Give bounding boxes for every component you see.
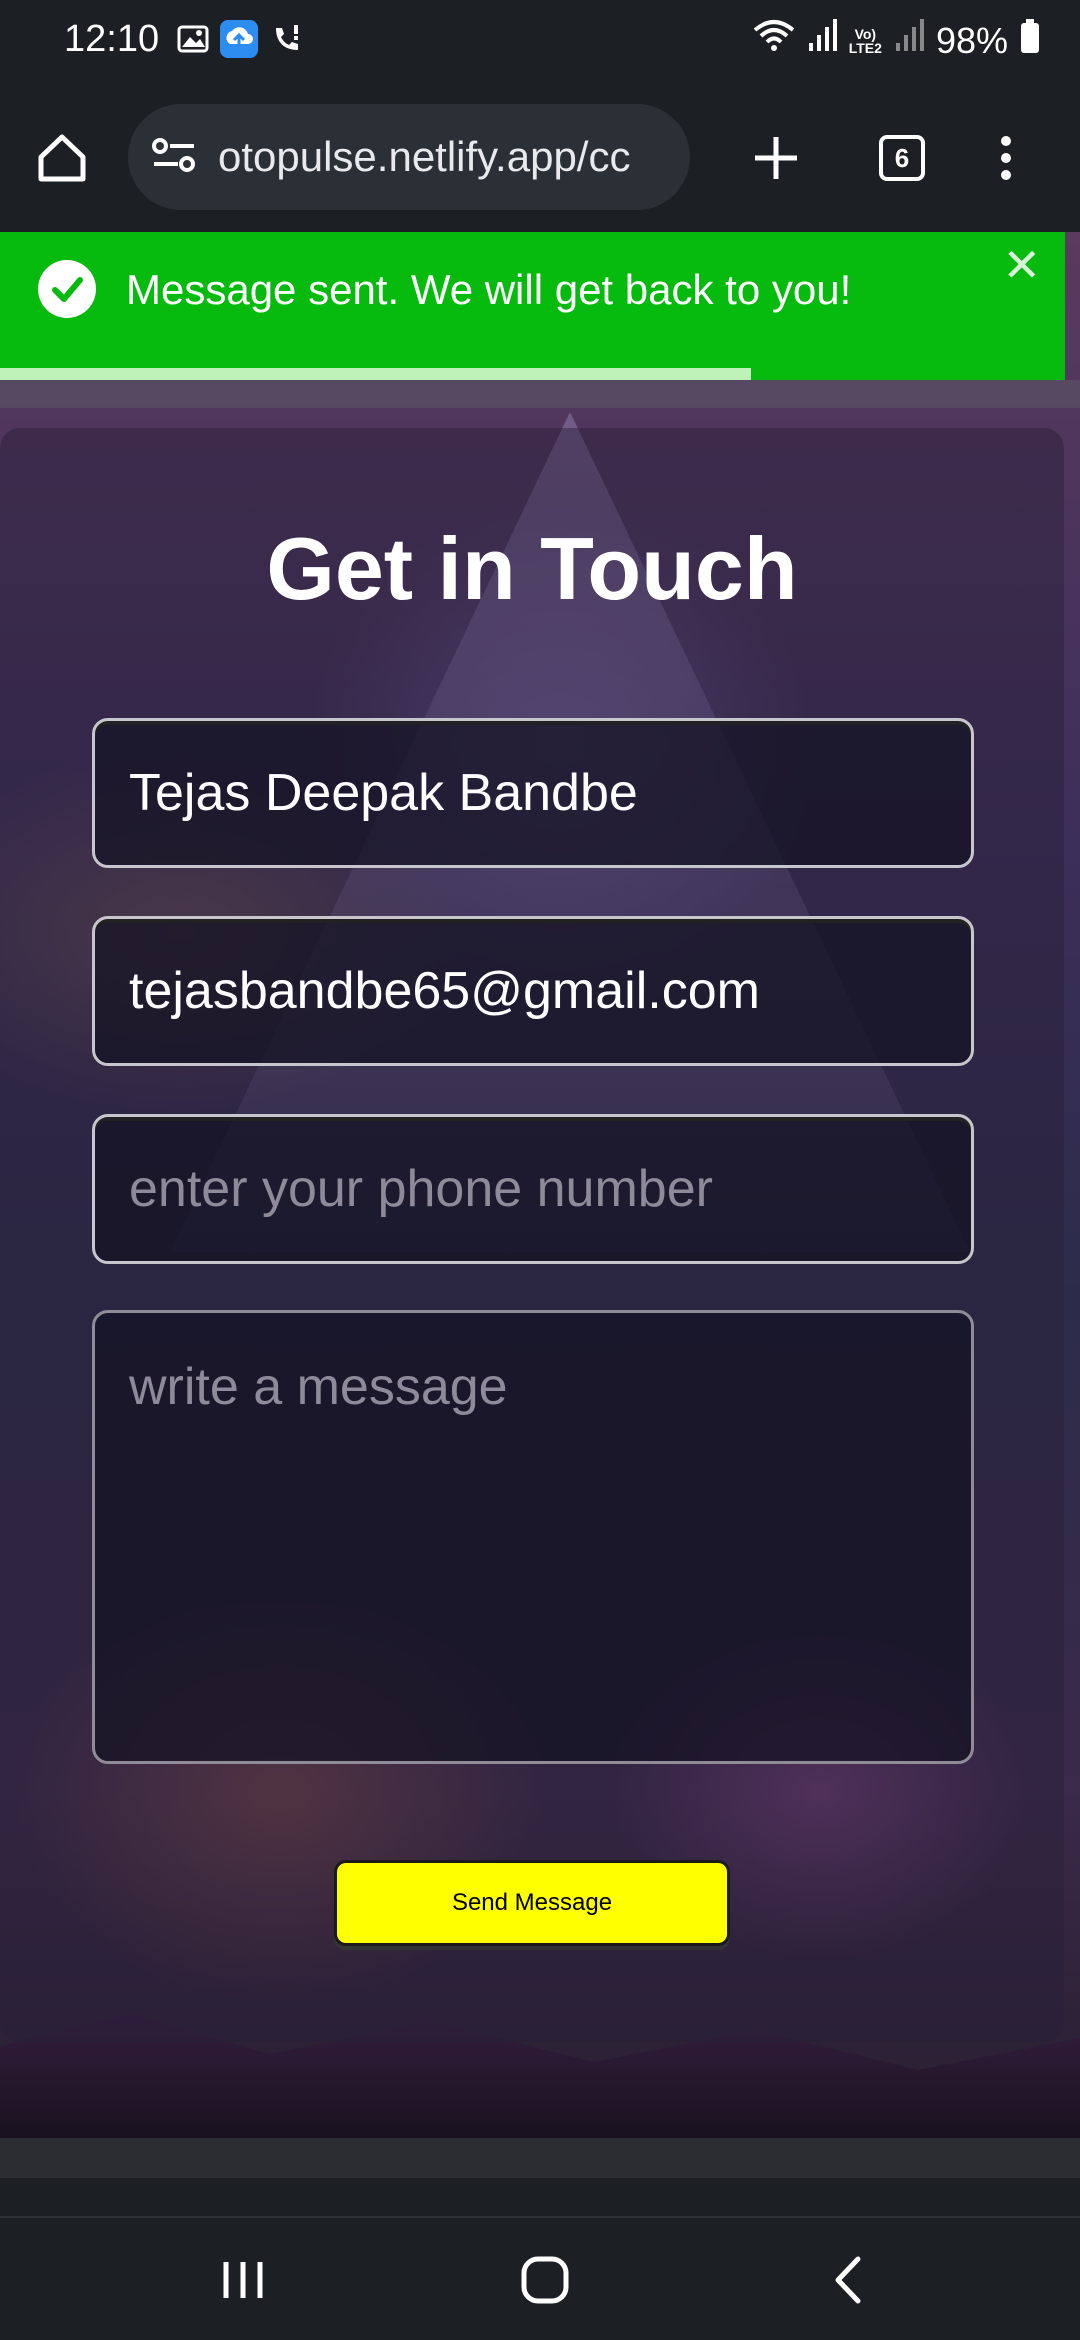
check-circle-icon [38, 260, 96, 318]
url-text: otopulse.netlify.app/cc [218, 133, 631, 180]
gallery-icon [176, 22, 210, 56]
page-title: Get in Touch [266, 519, 798, 618]
site-settings-icon[interactable] [152, 137, 196, 178]
new-tab-icon[interactable] [740, 122, 812, 194]
message-textarea[interactable]: write a message [92, 1310, 974, 1764]
status-right-group: Vo) LTE2 98% [753, 18, 1040, 63]
signal-icon [807, 19, 837, 62]
home-icon[interactable] [26, 122, 98, 194]
send-message-button[interactable]: Send Message [334, 1860, 730, 1946]
page-bottom-strip [0, 2138, 1080, 2178]
home-nav-icon[interactable] [510, 2250, 580, 2310]
toast-message: Message sent. We will get back to you! [126, 266, 852, 313]
battery-text: 98% [935, 19, 1008, 61]
contact-card: Get in Touch Tejas Deepak Bandbe tejasba… [0, 428, 1064, 2042]
more-menu-icon[interactable] [970, 122, 1042, 194]
recent-apps-icon[interactable] [208, 2250, 278, 2310]
toast-shadow [0, 380, 1080, 408]
battery-icon [1020, 19, 1040, 62]
wifi-icon [753, 18, 795, 63]
missed-call-icon [270, 22, 304, 56]
phone-field[interactable]: enter your phone number [92, 1114, 974, 1264]
name-field[interactable]: Tejas Deepak Bandbe [92, 718, 974, 868]
status-bar: 12:10 Vo) LTE2 98% [0, 0, 1080, 82]
network-type-label: Vo) LTE2 [849, 27, 882, 55]
success-toast: Message sent. We will get back to you! ✕ [0, 232, 1065, 380]
email-field[interactable]: tejasbandbe65@gmail.com [92, 916, 974, 1066]
address-bar[interactable]: otopulse.netlify.app/cc [128, 104, 690, 210]
network-label-bottom: LTE2 [848, 39, 882, 56]
cloud-upload-icon [220, 20, 258, 58]
browser-toolbar: otopulse.netlify.app/cc 6 [0, 82, 1080, 232]
signal-icon-2 [894, 19, 924, 62]
system-nav-bar [0, 2216, 1080, 2340]
close-icon[interactable]: ✕ [1002, 238, 1041, 292]
back-icon[interactable] [812, 2250, 882, 2310]
tab-switcher-icon[interactable]: 6 [866, 122, 938, 194]
toast-progress-bar [0, 368, 751, 380]
phone-screen: 12:10 Vo) LTE2 98% otopulse.netlify.app/… [0, 0, 1080, 2340]
tab-count: 6 [879, 135, 925, 181]
status-time: 12:10 [64, 18, 160, 60]
